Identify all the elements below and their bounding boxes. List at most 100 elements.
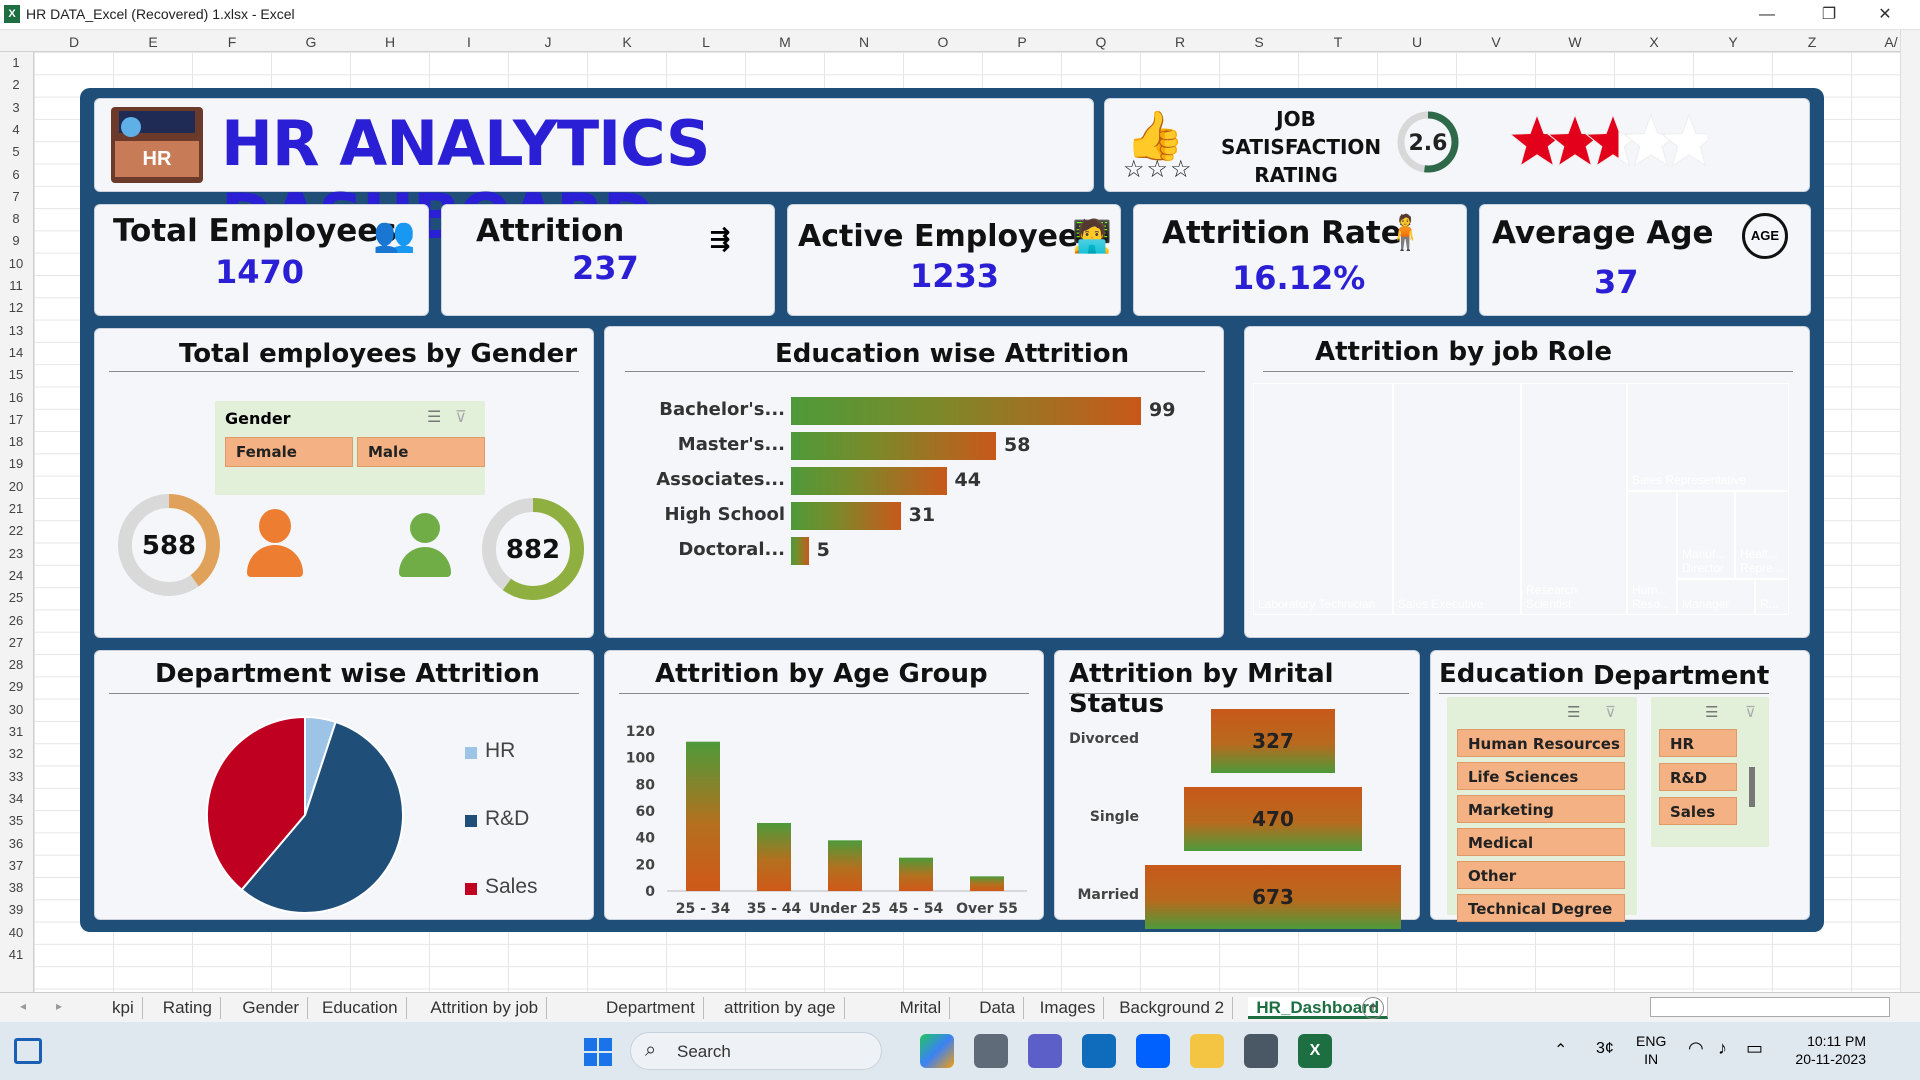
volume-icon[interactable]: ♪ bbox=[1718, 1038, 1727, 1059]
row-header[interactable]: 35 bbox=[0, 813, 32, 828]
copilot-icon[interactable] bbox=[920, 1034, 954, 1068]
teams-icon[interactable] bbox=[1028, 1034, 1062, 1068]
row-header[interactable]: 34 bbox=[0, 791, 32, 806]
dropbox-icon[interactable] bbox=[1136, 1034, 1170, 1068]
sheet-tab[interactable]: Background 2 bbox=[1111, 997, 1234, 1019]
tab-scroll-right-icon[interactable]: ▸ bbox=[56, 999, 62, 1013]
row-header[interactable]: 36 bbox=[0, 836, 32, 851]
sheet-tab[interactable]: kpi bbox=[104, 997, 143, 1019]
tree-healthcare-representative[interactable]: Healt... Repre... bbox=[1735, 491, 1789, 579]
age-column[interactable] bbox=[899, 857, 933, 891]
tree-research-director[interactable]: R... bbox=[1755, 579, 1789, 615]
column-header[interactable]: X bbox=[1614, 34, 1694, 50]
row-header[interactable]: 25 bbox=[0, 590, 32, 605]
sheet-tab[interactable]: Education bbox=[314, 997, 407, 1019]
column-header[interactable]: J bbox=[508, 34, 588, 50]
sheet-tab[interactable]: attrition by age bbox=[716, 997, 845, 1019]
weather-temp[interactable]: 3¢ bbox=[1596, 1040, 1614, 1058]
row-header[interactable]: 38 bbox=[0, 880, 32, 895]
windows-start-icon[interactable] bbox=[584, 1038, 612, 1066]
row-header[interactable]: 14 bbox=[0, 345, 32, 360]
row-header[interactable]: 13 bbox=[0, 323, 32, 338]
row-header[interactable]: 26 bbox=[0, 613, 32, 628]
row-header[interactable]: 3 bbox=[0, 100, 32, 115]
multi-select-icon[interactable]: ☰ bbox=[1705, 703, 1718, 721]
column-header[interactable]: G bbox=[271, 34, 351, 50]
clear-filter-icon[interactable]: ⊽ bbox=[1605, 703, 1616, 721]
file-explorer-icon[interactable] bbox=[1190, 1034, 1224, 1068]
sheet-tab[interactable]: Gender bbox=[234, 997, 309, 1019]
restore-button[interactable]: ❐ bbox=[1806, 2, 1852, 28]
row-header[interactable]: 2 bbox=[0, 77, 32, 92]
column-header[interactable]: F bbox=[192, 34, 272, 50]
row-header[interactable]: 23 bbox=[0, 546, 32, 561]
vertical-scrollbar[interactable] bbox=[1900, 30, 1920, 992]
sheet-tab[interactable]: Images bbox=[1032, 997, 1105, 1019]
sheet-tab[interactable]: Department bbox=[598, 997, 704, 1019]
row-header[interactable]: 18 bbox=[0, 434, 32, 449]
department-slicer-item[interactable]: R&D bbox=[1659, 763, 1737, 791]
row-header[interactable]: 24 bbox=[0, 568, 32, 583]
widgets-icon[interactable] bbox=[14, 1038, 42, 1064]
education-slicer-item[interactable]: Human Resources bbox=[1457, 729, 1625, 757]
row-header[interactable]: 32 bbox=[0, 746, 32, 761]
column-header[interactable]: H bbox=[350, 34, 430, 50]
row-header[interactable]: 31 bbox=[0, 724, 32, 739]
close-button[interactable]: ✕ bbox=[1862, 2, 1908, 28]
education-bar[interactable] bbox=[791, 397, 1141, 425]
multi-select-icon[interactable]: ☰ bbox=[1567, 703, 1580, 721]
column-header[interactable]: I bbox=[429, 34, 509, 50]
education-bar[interactable] bbox=[791, 537, 809, 565]
row-header[interactable]: 28 bbox=[0, 657, 32, 672]
minimize-button[interactable]: — bbox=[1744, 2, 1790, 28]
column-header[interactable]: D bbox=[34, 34, 114, 50]
column-header[interactable]: Q bbox=[1061, 34, 1141, 50]
sheet-tab[interactable]: Rating bbox=[155, 997, 221, 1019]
column-header[interactable]: K bbox=[587, 34, 667, 50]
column-header[interactable]: P bbox=[982, 34, 1062, 50]
calculator-icon[interactable] bbox=[1244, 1034, 1278, 1068]
column-header[interactable]: R bbox=[1140, 34, 1220, 50]
row-header[interactable]: 10 bbox=[0, 256, 32, 271]
row-header[interactable]: 4 bbox=[0, 122, 32, 137]
education-slicer-item[interactable]: Marketing bbox=[1457, 795, 1625, 823]
row-header[interactable]: 37 bbox=[0, 858, 32, 873]
row-header[interactable]: 17 bbox=[0, 412, 32, 427]
education-slicer-item[interactable]: Other bbox=[1457, 861, 1625, 889]
column-header[interactable]: V bbox=[1456, 34, 1536, 50]
row-header[interactable]: 12 bbox=[0, 300, 32, 315]
tree-research-scientist[interactable]: Research Scientist bbox=[1521, 383, 1627, 615]
clear-filter-icon[interactable]: ⊽ bbox=[455, 407, 467, 427]
row-header[interactable]: 15 bbox=[0, 367, 32, 382]
row-header[interactable]: 41 bbox=[0, 947, 32, 962]
tree-manager[interactable]: Manager bbox=[1677, 579, 1755, 615]
row-header[interactable]: 16 bbox=[0, 390, 32, 405]
column-header[interactable]: T bbox=[1298, 34, 1378, 50]
mail-icon[interactable] bbox=[1082, 1034, 1116, 1068]
task-view-icon[interactable] bbox=[974, 1034, 1008, 1068]
sheet-tab[interactable]: Data bbox=[971, 997, 1025, 1019]
row-header[interactable]: 6 bbox=[0, 167, 32, 182]
tree-laboratory-technician[interactable]: Laboratory Technician bbox=[1253, 383, 1393, 615]
slicer-scrollbar[interactable] bbox=[1749, 767, 1755, 807]
education-slicer-item[interactable]: Life Sciences bbox=[1457, 762, 1625, 790]
education-bar[interactable] bbox=[791, 467, 947, 495]
row-header[interactable]: 29 bbox=[0, 679, 32, 694]
column-header[interactable]: Z bbox=[1772, 34, 1852, 50]
horizontal-scrollbar[interactable] bbox=[1650, 997, 1890, 1017]
row-header[interactable]: 22 bbox=[0, 523, 32, 538]
education-slicer-item[interactable]: Technical Degree bbox=[1457, 894, 1625, 922]
column-header[interactable]: M bbox=[745, 34, 825, 50]
column-header[interactable]: N bbox=[824, 34, 904, 50]
row-header[interactable]: 39 bbox=[0, 902, 32, 917]
row-header[interactable]: 40 bbox=[0, 925, 32, 940]
row-header[interactable]: 9 bbox=[0, 233, 32, 248]
column-header[interactable]: W bbox=[1535, 34, 1615, 50]
education-slicer-item[interactable]: Medical bbox=[1457, 828, 1625, 856]
tree-sales-representative[interactable]: Sales Representative bbox=[1627, 383, 1789, 491]
column-header[interactable]: S bbox=[1219, 34, 1299, 50]
education-bar[interactable] bbox=[791, 502, 901, 530]
row-header[interactable]: 33 bbox=[0, 769, 32, 784]
row-header[interactable]: 30 bbox=[0, 702, 32, 717]
age-column[interactable] bbox=[828, 840, 862, 891]
